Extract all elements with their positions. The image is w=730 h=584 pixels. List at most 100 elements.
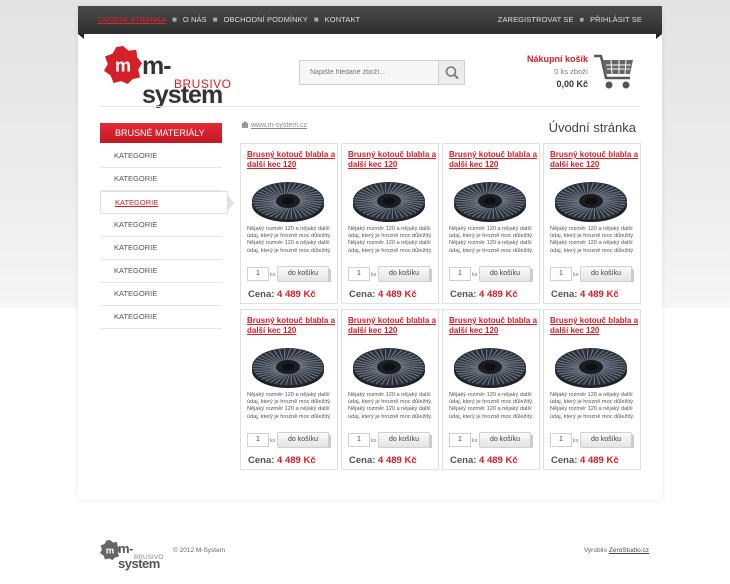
product-name-link[interactable]: Brusný kotouč blabla a další kec 120 xyxy=(247,150,337,170)
sidebar-item-category[interactable]: KATEGORIE xyxy=(100,260,222,283)
price-label: Cena: xyxy=(248,289,275,300)
site-logo[interactable]: m m-system BRUSIVO xyxy=(104,46,239,109)
product-description: Nějaký rozměr 120 a nějaký další údaj, k… xyxy=(348,226,433,254)
quantity-input[interactable]: 1 xyxy=(348,433,370,447)
nav-item-home[interactable]: ÚVODNÍ STRÁNKA xyxy=(98,15,166,24)
sidebar-item-category-active[interactable]: KATEGORIE xyxy=(100,191,234,214)
product-name-link[interactable]: Brusný kotouč blabla a další kec 120 xyxy=(449,316,539,336)
add-to-cart-button[interactable]: do košíku xyxy=(580,432,634,448)
product-price: Cena: 4 489 Kč xyxy=(450,289,518,300)
shopping-cart[interactable]: Nákupní košík 0 ks zboží 0,00 Kč xyxy=(512,52,642,96)
sidebar-heading: BRUSNÉ MATERIÁLY xyxy=(100,123,222,143)
add-to-cart-button[interactable]: do košíku xyxy=(479,266,533,282)
product-price: Cena: 4 489 Kč xyxy=(349,455,417,466)
footer-logo-subtitle: BRUSIVO xyxy=(134,554,164,561)
logo-seal-icon: m xyxy=(104,46,142,84)
nav-item-terms[interactable]: OBCHODNÍ PODMÍNKY xyxy=(224,15,308,24)
grinding-disc-image xyxy=(353,182,425,222)
product-description: Nějaký rozměr 120 a nějaký další údaj, k… xyxy=(247,392,332,420)
quantity-input[interactable]: 1 xyxy=(550,433,572,447)
product-card: Brusný kotouč blabla a další kec 120 Něj… xyxy=(543,309,641,470)
main-nav: ÚVODNÍ STRÁNKA ■ O NÁS ■ OBCHODNÍ PODMÍN… xyxy=(98,15,360,24)
add-to-cart-button[interactable]: do košíku xyxy=(378,432,432,448)
product-card: Brusný kotouč blabla a další kec 120 Něj… xyxy=(543,143,641,304)
footer-logo[interactable]: m m-system BRUSIVO xyxy=(100,539,168,571)
add-to-cart-button[interactable]: do košíku xyxy=(277,432,331,448)
search-input[interactable] xyxy=(300,61,438,84)
footer-credits: Vyrobilo ZeroStudio.cz xyxy=(584,547,649,554)
product-image[interactable] xyxy=(453,175,527,223)
product-price: Cena: 4 489 Kč xyxy=(551,455,619,466)
product-description: Nějaký rozměr 120 a nějaký další údaj, k… xyxy=(348,392,433,420)
login-link[interactable]: PŘIHLÁSIT SE xyxy=(590,15,642,24)
grinding-disc-image xyxy=(353,348,425,388)
sidebar-category-list: KATEGORIE KATEGORIE KATEGORIE KATEGORIE … xyxy=(100,145,234,329)
product-image[interactable] xyxy=(352,341,426,389)
product-image[interactable] xyxy=(352,175,426,223)
ribbon-fold-left xyxy=(78,34,84,39)
quantity-unit: ks xyxy=(573,438,579,444)
shopping-cart-icon xyxy=(594,54,633,89)
product-price: Cena: 4 489 Kč xyxy=(450,455,518,466)
product-name-link[interactable]: Brusný kotouč blabla a další kec 120 xyxy=(550,316,640,336)
nav-item-contact[interactable]: KONTAKT xyxy=(325,15,361,24)
footer-copyright: © 2012 M-System xyxy=(173,547,226,554)
quantity-input[interactable]: 1 xyxy=(247,433,269,447)
price-value: 4 489 Kč xyxy=(580,289,619,300)
grinding-disc-image xyxy=(252,182,324,222)
nav-item-about[interactable]: O NÁS xyxy=(183,15,207,24)
price-value: 4 489 Kč xyxy=(277,455,316,466)
product-card: Brusný kotouč blabla a další kec 120 Něj… xyxy=(240,143,338,304)
footer-made-by-link[interactable]: ZeroStudio.cz xyxy=(609,547,649,554)
quantity-input[interactable]: 1 xyxy=(348,267,370,281)
product-name-link[interactable]: Brusný kotouč blabla a další kec 120 xyxy=(348,150,438,170)
product-price: Cena: 4 489 Kč xyxy=(349,289,417,300)
grinding-disc-image xyxy=(555,348,627,388)
product-name-link[interactable]: Brusný kotouč blabla a další kec 120 xyxy=(449,150,539,170)
product-name-link[interactable]: Brusný kotouč blabla a další kec 120 xyxy=(247,316,337,336)
logo-subtitle: BRUSIVO xyxy=(174,77,232,91)
add-to-cart-button[interactable]: do košíku xyxy=(479,432,533,448)
ribbon-fold-right xyxy=(656,34,662,39)
header-divider xyxy=(100,106,640,107)
search-button[interactable] xyxy=(438,61,464,84)
price-label: Cena: xyxy=(551,455,578,466)
add-to-cart-button[interactable]: do košíku xyxy=(580,266,634,282)
grinding-disc-image xyxy=(454,348,526,388)
price-value: 4 489 Kč xyxy=(479,289,518,300)
product-price: Cena: 4 489 Kč xyxy=(551,289,619,300)
quantity-unit: ks xyxy=(472,272,478,278)
sidebar-item-category[interactable]: KATEGORIE xyxy=(100,214,222,237)
quantity-input[interactable]: 1 xyxy=(449,433,471,447)
sidebar-item-category[interactable]: KATEGORIE xyxy=(100,145,222,168)
product-description: Nějaký rozměr 120 a nějaký další údaj, k… xyxy=(550,226,635,254)
product-name-link[interactable]: Brusný kotouč blabla a další kec 120 xyxy=(348,316,438,336)
price-value: 4 489 Kč xyxy=(378,455,417,466)
sidebar-item-category[interactable]: KATEGORIE xyxy=(100,237,222,260)
footer-logo-seal-icon: m xyxy=(100,540,120,560)
sidebar-item-category[interactable]: KATEGORIE xyxy=(100,306,222,329)
nav-separator: ■ xyxy=(172,15,177,24)
product-image[interactable] xyxy=(554,175,628,223)
search-box xyxy=(299,60,465,85)
product-card: Brusný kotouč blabla a další kec 120 Něj… xyxy=(341,309,439,470)
breadcrumb-link[interactable]: www.m-system.cz xyxy=(251,122,307,129)
breadcrumb[interactable]: www.m-system.cz xyxy=(241,121,307,129)
register-link[interactable]: ZAREGISTROVAT SE xyxy=(498,15,574,24)
product-image[interactable] xyxy=(251,175,325,223)
price-value: 4 489 Kč xyxy=(479,455,518,466)
add-to-cart-button[interactable]: do košíku xyxy=(277,266,331,282)
quantity-input[interactable]: 1 xyxy=(449,267,471,281)
quantity-input[interactable]: 1 xyxy=(247,267,269,281)
nav-separator: ■ xyxy=(212,15,218,24)
sidebar-item-category[interactable]: KATEGORIE xyxy=(100,168,222,191)
product-image[interactable] xyxy=(554,341,628,389)
product-name-link[interactable]: Brusný kotouč blabla a další kec 120 xyxy=(550,150,640,170)
add-to-cart-button[interactable]: do košíku xyxy=(378,266,432,282)
price-label: Cena: xyxy=(349,289,376,300)
grinding-disc-image xyxy=(252,348,324,388)
product-image[interactable] xyxy=(453,341,527,389)
quantity-input[interactable]: 1 xyxy=(550,267,572,281)
sidebar-item-category[interactable]: KATEGORIE xyxy=(100,283,222,306)
product-image[interactable] xyxy=(251,341,325,389)
